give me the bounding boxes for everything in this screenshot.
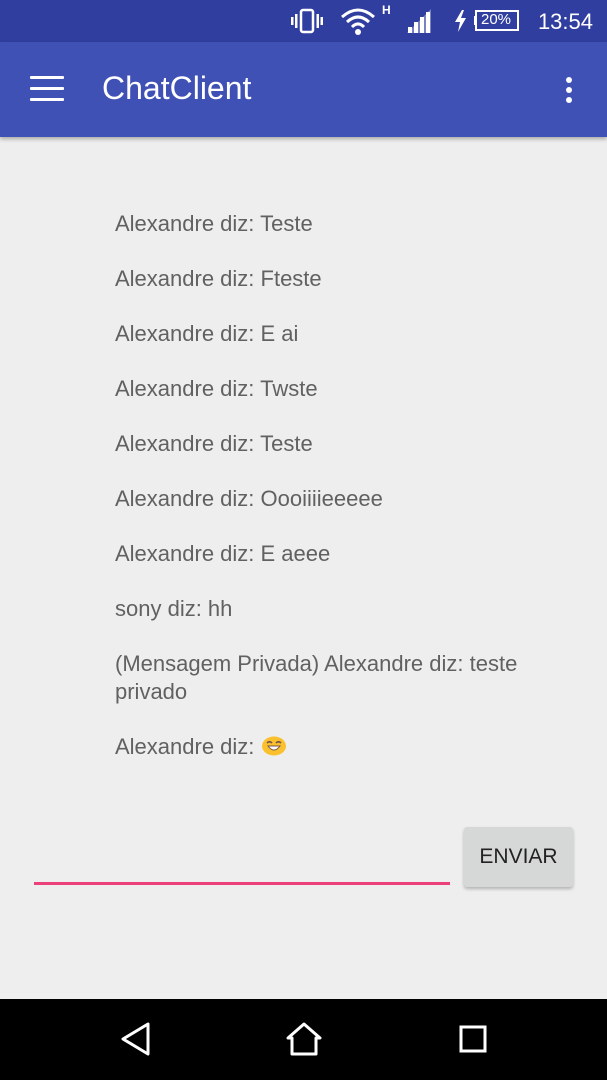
overflow-menu-icon[interactable] [559,74,579,106]
back-icon[interactable] [120,1021,152,1057]
app-bar: ChatClient [0,42,607,137]
status-bar: H 20% 13:54 [0,0,607,42]
wifi-icon [341,8,375,35]
message-item: Alexandre diz: E aeee [115,541,331,566]
status-time: 13:54 [537,9,593,34]
battery-percent-label: 20% [481,11,512,28]
message-item: Alexandre diz: Oooiiiieeeee [115,486,383,511]
message-item: sony diz: hh [115,596,233,621]
signal-icon [407,9,431,33]
message-item: (Mensagem Privada) Alexandre diz: teste … [115,651,518,704]
network-type-label: H [382,3,391,17]
hamburger-menu-icon[interactable] [30,76,64,102]
message-item: Alexandre diz: Teste [115,211,313,236]
message-list[interactable]: Alexandre diz: Teste Alexandre diz: Ftes… [115,180,575,780]
vibrate-icon [291,8,323,34]
message-item: Alexandre diz: Twste [115,376,318,401]
recents-icon[interactable] [457,1021,489,1057]
message-item: Alexandre diz: E ai [115,321,299,346]
smiling-emoji-icon [261,736,286,756]
send-button[interactable]: ENVIAR [464,827,573,887]
navigation-bar [0,999,607,1080]
message-item: Alexandre diz: [115,733,565,761]
home-icon[interactable] [285,1021,323,1057]
message-item: Alexandre diz: Fteste [115,266,322,291]
message-input[interactable] [34,840,450,885]
app-title: ChatClient [102,70,252,106]
message-item: Alexandre diz: Teste [115,431,313,456]
